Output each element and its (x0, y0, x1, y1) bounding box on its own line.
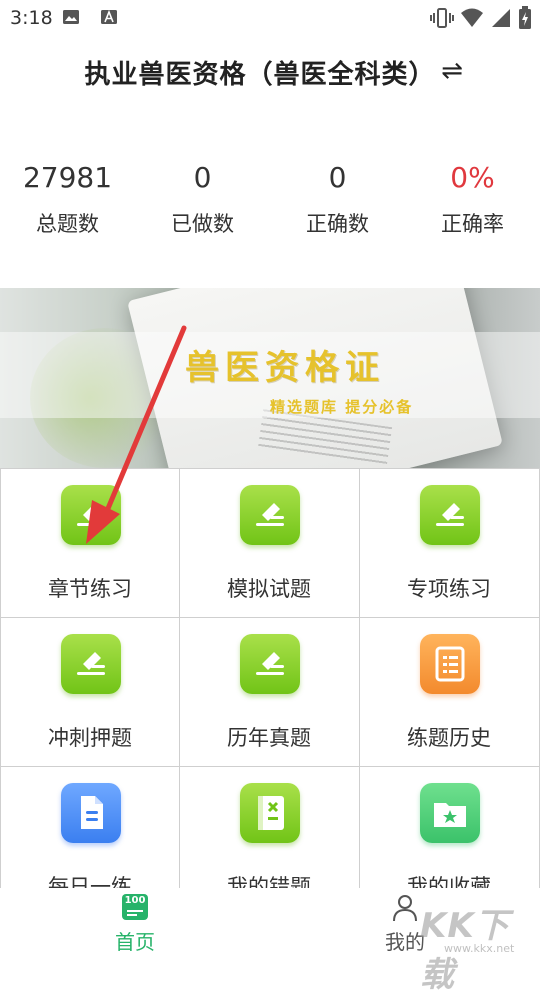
menu-label: 冲刺押题 (48, 726, 132, 750)
menu-past-exams[interactable]: 历年真题 (180, 618, 360, 767)
edit-icon (61, 634, 121, 694)
status-time: 3:18 (10, 7, 53, 29)
stat-correct: 0 正确数 (270, 158, 405, 238)
status-bar: 3:18 (0, 0, 540, 36)
menu-wrong-questions[interactable]: 我的错题 (180, 767, 360, 889)
menu-label: 章节练习 (48, 577, 132, 601)
edit-icon (61, 485, 121, 545)
banner-title: 兽医资格证 (185, 348, 385, 388)
image-icon (63, 10, 79, 24)
stat-value: 0% (450, 161, 495, 194)
watermark-url: www.kkx.net (444, 942, 515, 955)
nav-home-label: 首页 (115, 930, 155, 954)
person-icon (393, 895, 417, 922)
stat-label: 已做数 (171, 212, 234, 236)
menu-practice-history[interactable]: 练题历史 (360, 618, 540, 767)
home-badge-text: 100 (124, 895, 146, 906)
edit-icon (420, 485, 480, 545)
signal-icon (492, 9, 510, 27)
edit-icon (240, 485, 300, 545)
stat-label: 正确率 (441, 212, 504, 236)
menu-mock-exam[interactable]: 模拟试题 (180, 469, 360, 618)
menu-label: 我的错题 (227, 875, 311, 889)
stat-label: 总题数 (36, 212, 99, 236)
stat-value: 0 (193, 161, 212, 194)
menu-grid: 章节练习 模拟试题 专项练习 冲刺押题 历年真题 练题历史 每日一练 我的错题 … (0, 468, 540, 889)
stat-value: 0 (328, 161, 347, 194)
battery-icon (519, 6, 531, 29)
document-icon (61, 783, 121, 843)
menu-sprint[interactable]: 冲刺押题 (0, 618, 180, 767)
menu-special-practice[interactable]: 专项练习 (360, 469, 540, 618)
wrong-book-icon (240, 783, 300, 843)
menu-chapter-practice[interactable]: 章节练习 (0, 469, 180, 618)
status-right-icons (430, 6, 532, 30)
edit-icon (240, 634, 300, 694)
banner-subtitle: 精选题库 提分必备 (270, 398, 414, 416)
stat-accuracy: 0% 正确率 (405, 158, 540, 238)
text-a-icon (101, 9, 117, 24)
stat-done: 0 已做数 (135, 158, 270, 238)
nav-home[interactable]: 100 首页 (85, 894, 185, 955)
star-folder-icon (420, 783, 480, 843)
menu-label: 历年真题 (227, 726, 311, 750)
stat-value: 27981 (22, 161, 113, 194)
menu-daily-practice[interactable]: 每日一练 (0, 767, 180, 889)
stats-panel: 27981 总题数 0 已做数 0 正确数 0% 正确率 (0, 158, 540, 248)
menu-label: 每日一练 (48, 875, 132, 889)
menu-label: 我的收藏 (407, 875, 491, 889)
menu-favorites[interactable]: 我的收藏 (360, 767, 540, 889)
promo-banner[interactable]: 兽医资格证 精选题库 提分必备 (0, 288, 540, 468)
home-badge-icon: 100 (122, 894, 148, 920)
menu-label: 练题历史 (407, 726, 491, 750)
stat-label: 正确数 (306, 212, 369, 236)
menu-label: 专项练习 (407, 577, 491, 601)
wifi-icon (461, 8, 483, 27)
notebook-icon (420, 634, 480, 694)
stat-total: 27981 总题数 (0, 158, 135, 238)
switch-exam-icon[interactable]: ⇌ (437, 56, 467, 86)
menu-label: 模拟试题 (227, 577, 311, 601)
vibrate-icon (430, 8, 454, 28)
